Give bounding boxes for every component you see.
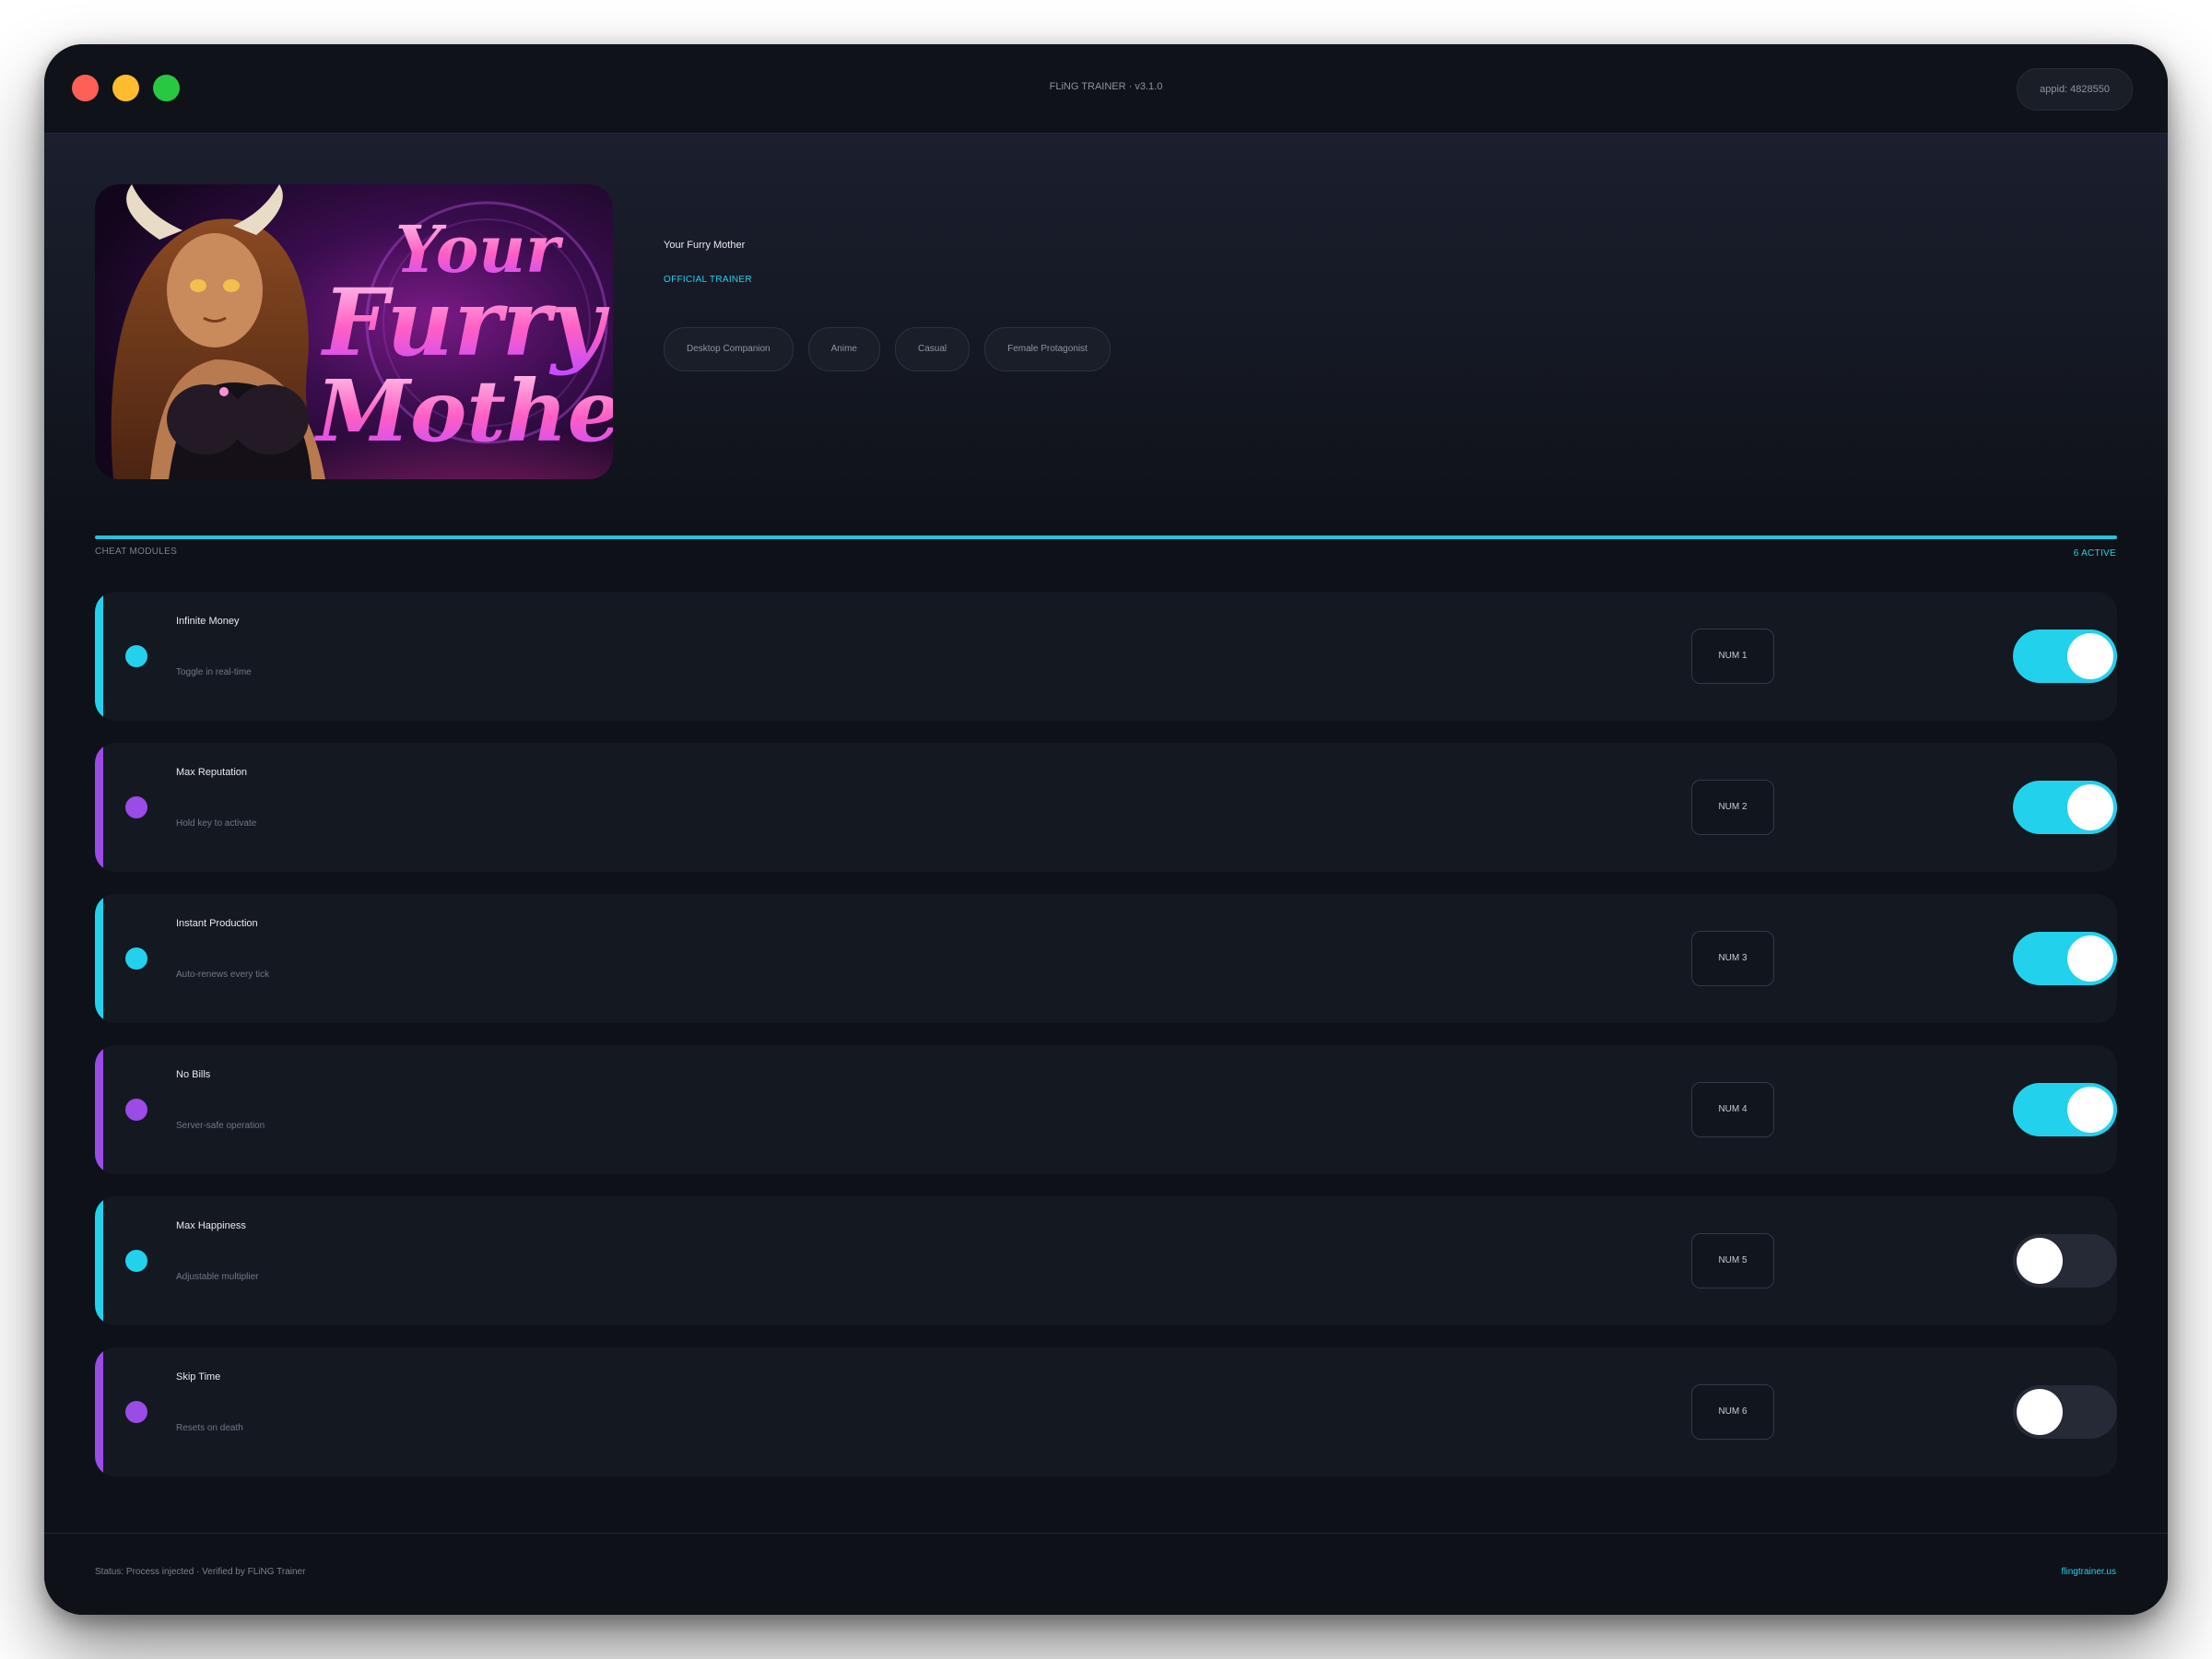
cheat-toggle[interactable] <box>2013 1385 2117 1439</box>
cheat-name: Skip Time <box>176 1371 221 1382</box>
title-bar: FLiNG TRAINER · v3.1.0 appid: 4828550 <box>44 44 2168 134</box>
tag-chip[interactable]: Female Protagonist <box>984 327 1111 371</box>
toggle-knob <box>2067 633 2113 679</box>
tag-chip[interactable]: Desktop Companion <box>664 327 794 371</box>
trainer-window: FLiNG TRAINER · v3.1.0 appid: 4828550 Yo… <box>44 44 2168 1615</box>
active-count: 6 ACTIVE <box>2073 548 2116 559</box>
game-title: Your Furry Mother <box>664 240 746 251</box>
cheat-card-skip-time: Skip Time Resets on death NUM 6 <box>95 1347 2117 1477</box>
cheat-name: No Bills <box>176 1069 211 1080</box>
toggle-knob <box>2067 935 2113 982</box>
status-indicator <box>125 1099 147 1121</box>
official-trainer-label: OFFICIAL TRAINER <box>664 275 752 285</box>
toggle-knob <box>2017 1238 2063 1284</box>
window-title: FLiNG TRAINER · v3.1.0 <box>1049 81 1163 92</box>
status-indicator <box>125 1401 147 1423</box>
section-divider <box>95 535 2117 539</box>
hotkey-button[interactable]: NUM 1 <box>1691 629 1774 684</box>
accent-bar <box>95 1347 103 1477</box>
toggle-knob <box>2017 1389 2063 1435</box>
accent-bar <box>95 1045 103 1174</box>
cheat-name: Max Happiness <box>176 1220 246 1231</box>
toggle-knob <box>2067 784 2113 830</box>
cheat-name: Max Reputation <box>176 767 248 778</box>
accent-bar <box>95 1196 103 1325</box>
cheat-card-infinite-money: Infinite Money Toggle in real-time NUM 1 <box>95 592 2117 721</box>
hotkey-button[interactable]: NUM 4 <box>1691 1082 1774 1137</box>
cheat-card-no-bills: No Bills Server-safe operation NUM 4 <box>95 1045 2117 1174</box>
cheat-modules-heading: CHEAT MODULES <box>95 547 178 557</box>
cheat-description: Resets on death <box>176 1423 243 1433</box>
tag-chip[interactable]: Anime <box>807 327 880 371</box>
hotkey-button[interactable]: NUM 3 <box>1691 931 1774 986</box>
status-indicator <box>125 947 147 970</box>
status-indicator <box>125 796 147 818</box>
hotkey-button[interactable]: NUM 2 <box>1691 780 1774 835</box>
cheat-toggle[interactable] <box>2013 629 2117 683</box>
cheat-card-max-reputation: Max Reputation Hold key to activate NUM … <box>95 743 2117 872</box>
hotkey-button[interactable]: NUM 5 <box>1691 1233 1774 1288</box>
accent-bar <box>95 592 103 721</box>
cheat-description: Adjustable multiplier <box>176 1272 259 1282</box>
status-text: Status: Process injected · Verified by F… <box>95 1567 306 1577</box>
game-cover-image: Your Furry Mother <box>95 184 613 479</box>
cheat-card-max-happiness: Max Happiness Adjustable multiplier NUM … <box>95 1196 2117 1325</box>
cheat-toggle[interactable] <box>2013 781 2117 834</box>
cheat-description: Toggle in real-time <box>176 667 252 677</box>
svg-text:Mother: Mother <box>313 361 613 461</box>
toggle-knob <box>2067 1087 2113 1133</box>
cheat-toggle[interactable] <box>2013 1083 2117 1136</box>
cheat-description: Server-safe operation <box>176 1121 265 1131</box>
status-footer: Status: Process injected · Verified by F… <box>44 1533 2168 1615</box>
cheat-toggle[interactable] <box>2013 932 2117 985</box>
game-tags: Desktop Companion Anime Casual Female Pr… <box>664 327 1111 371</box>
status-indicator <box>125 1250 147 1272</box>
cheat-toggle[interactable] <box>2013 1234 2117 1288</box>
cheat-name: Infinite Money <box>176 616 240 627</box>
appid-badge: appid: 4828550 <box>2017 68 2133 111</box>
tag-chip[interactable]: Casual <box>894 327 971 371</box>
cheat-name: Instant Production <box>176 918 258 929</box>
accent-bar <box>95 743 103 872</box>
cheat-description: Auto-renews every tick <box>176 970 270 980</box>
status-indicator <box>125 645 147 667</box>
website-link[interactable]: flingtrainer.us <box>2062 1567 2116 1577</box>
cheat-description: Hold key to activate <box>176 818 257 829</box>
hotkey-button[interactable]: NUM 6 <box>1691 1384 1774 1440</box>
cheat-card-instant-production: Instant Production Auto-renews every tic… <box>95 894 2117 1023</box>
accent-bar <box>95 894 103 1023</box>
game-header: Your Furry Mother Your Furry Mother OFFI… <box>44 134 2168 539</box>
